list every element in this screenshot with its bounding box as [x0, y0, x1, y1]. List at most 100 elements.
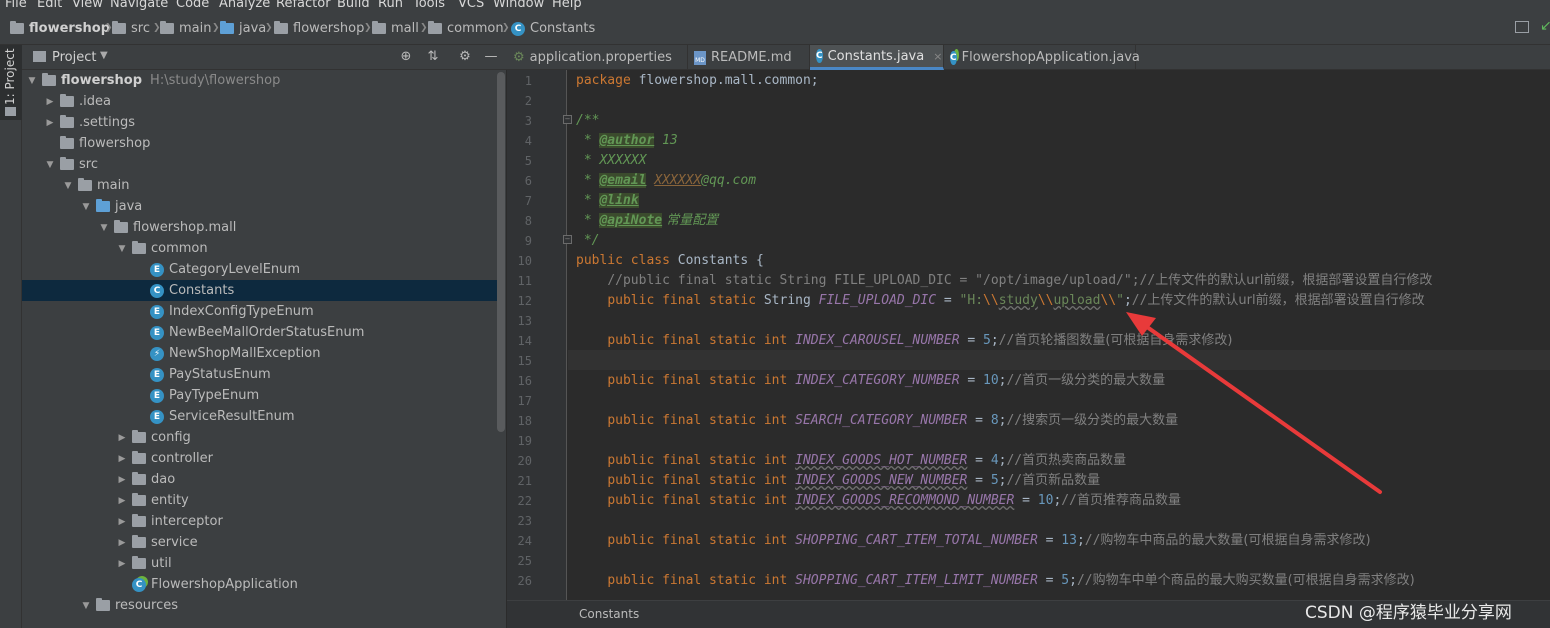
tree-item-flowershopapplication[interactable]: C FlowershopApplication [22, 574, 497, 595]
expand-arrow-icon[interactable]: ▼ [80, 601, 92, 611]
code-line[interactable]: * @email XXXXXX@qq.com [576, 171, 756, 191]
code-line[interactable]: * @author 13 [576, 131, 678, 151]
tree-item-util[interactable]: ▶ util [22, 553, 497, 574]
tree-item-newbeemallorderstatusenum[interactable]: E NewBeeMallOrderStatusEnum [22, 322, 497, 343]
minimize-icon[interactable]: — [483, 49, 499, 64]
menu-view[interactable]: View [72, 0, 103, 11]
breadcrumb-item[interactable]: common [428, 21, 504, 36]
breadcrumb-item[interactable]: C Constants [511, 21, 595, 36]
tree-item-config[interactable]: ▶ config [22, 427, 497, 448]
expand-arrow-icon[interactable]: ▼ [26, 76, 38, 86]
tree-item-constants[interactable]: C Constants [22, 280, 497, 301]
gear-icon[interactable]: ⚙ [457, 49, 473, 64]
fold-toggle-icon[interactable]: − [563, 235, 572, 244]
tab-flowershopapplication-java[interactable]: C FlowershopApplication.java [944, 45, 1140, 70]
code-line[interactable]: public final static int INDEX_GOODS_NEW_… [576, 471, 1100, 491]
collapse-arrow-icon[interactable]: ▶ [116, 496, 128, 506]
tree-item-flowershop[interactable]: flowershop [22, 133, 497, 154]
breadcrumb-item[interactable]: mall [372, 21, 419, 36]
project-panel-title[interactable]: Project [52, 50, 96, 65]
tree-item-java[interactable]: ▼ java [22, 196, 497, 217]
menu-tools[interactable]: Tools [413, 0, 445, 11]
tree-item-indexconfigtypeenum[interactable]: E IndexConfigTypeEnum [22, 301, 497, 322]
breadcrumb-item[interactable]: flowershop [10, 21, 110, 36]
tree-item-common[interactable]: ▼ common [22, 238, 497, 259]
tree-item-paytypeenum[interactable]: E PayTypeEnum [22, 385, 497, 406]
tree-item-dao[interactable]: ▶ dao [22, 469, 497, 490]
collapse-arrow-icon[interactable]: ▶ [116, 559, 128, 569]
close-icon[interactable]: × [933, 50, 942, 63]
code-line[interactable]: * @apiNote 常量配置 [576, 211, 718, 231]
menu-navigate[interactable]: Navigate [110, 0, 168, 11]
code-line[interactable]: public final static int SHOPPING_CART_IT… [576, 571, 1414, 591]
code-line[interactable]: * @link [576, 191, 639, 211]
breadcrumb-item[interactable]: main [160, 21, 211, 36]
menu-run[interactable]: Run [378, 0, 403, 11]
menu-build[interactable]: Build [337, 0, 370, 11]
fold-toggle-icon[interactable]: − [563, 115, 572, 124]
code-line[interactable]: //public final static String FILE_UPLOAD… [576, 271, 1432, 291]
tab-readme-md[interactable]: MD README.md [688, 45, 810, 70]
code-line[interactable]: public final static int INDEX_CAROUSEL_N… [576, 331, 1232, 351]
tree-item-serviceresultenum[interactable]: E ServiceResultEnum [22, 406, 497, 427]
tree-item-flowershop-mall[interactable]: ▼ flowershop.mall [22, 217, 497, 238]
tree-item--idea[interactable]: ▶ .idea [22, 91, 497, 112]
code-line[interactable]: public final static String FILE_UPLOAD_D… [576, 291, 1424, 311]
tree-item-paystatusenum[interactable]: E PayStatusEnum [22, 364, 497, 385]
menu-window[interactable]: Window [493, 0, 544, 11]
tab-constants-java[interactable]: C Constants.java × [810, 45, 944, 70]
tree-item-entity[interactable]: ▶ entity [22, 490, 497, 511]
collapse-arrow-icon[interactable]: ▶ [116, 454, 128, 464]
code-editor[interactable]: 1 2 3 4 5 6 7 8 9 10 11 12 13 14 15 16 17 18 19 20 21 22 23 24 2… [507, 70, 1550, 600]
breadcrumb-item[interactable]: java [220, 21, 266, 36]
code-line[interactable]: public final static int INDEX_CATEGORY_N… [576, 371, 1165, 391]
menu-file[interactable]: File [5, 0, 27, 11]
expand-arrow-icon[interactable]: ▼ [62, 181, 74, 191]
chevron-down-icon[interactable]: ▼ [100, 50, 108, 61]
tree-item-main[interactable]: ▼ main [22, 175, 497, 196]
tree-item-interceptor[interactable]: ▶ interceptor [22, 511, 497, 532]
tree-scrollbar[interactable] [497, 72, 505, 432]
code-line[interactable]: * XXXXXX [576, 151, 647, 171]
tree-item-categorylevelenum[interactable]: E CategoryLevelEnum [22, 259, 497, 280]
expand-arrow-icon[interactable]: ▼ [98, 223, 110, 233]
expand-arrow-icon[interactable]: ▼ [44, 160, 56, 170]
collapse-arrow-icon[interactable]: ▶ [44, 118, 56, 128]
menu-refactor[interactable]: Refactor [276, 0, 331, 11]
collapse-arrow-icon[interactable]: ▶ [116, 433, 128, 443]
menu-vcs[interactable]: VCS [458, 0, 484, 11]
tree-item--settings[interactable]: ▶ .settings [22, 112, 497, 133]
collapse-all-icon[interactable]: ⇅ [425, 49, 441, 64]
editor-breadcrumb-item[interactable]: Constants [579, 607, 639, 621]
breadcrumb-item[interactable]: flowershop [274, 21, 364, 36]
code-line[interactable]: public final static int INDEX_GOODS_RECO… [576, 491, 1181, 511]
expand-arrow-icon[interactable]: ▼ [80, 202, 92, 212]
collapse-arrow-icon[interactable]: ▶ [116, 475, 128, 485]
tree-item-src[interactable]: ▼ src [22, 154, 497, 175]
code-line[interactable]: public class Constants { [576, 251, 764, 271]
menu-help[interactable]: Help [552, 0, 582, 11]
locate-icon[interactable]: ⊕ [398, 49, 414, 64]
collapse-arrow-icon[interactable]: ▶ [116, 538, 128, 548]
tree-item-service[interactable]: ▶ service [22, 532, 497, 553]
run-indicator-icon[interactable]: ↙ [1540, 18, 1550, 34]
breadcrumb-item[interactable]: src [112, 21, 150, 36]
code-line[interactable]: /** [576, 111, 599, 131]
code-line[interactable]: public final static int SHOPPING_CART_IT… [576, 531, 1370, 551]
tree-item-newshopmallexception[interactable]: ⚡ NewShopMallException [22, 343, 497, 364]
menu-edit[interactable]: Edit [37, 0, 62, 11]
tree-item-controller[interactable]: ▶ controller [22, 448, 497, 469]
menu-analyze[interactable]: Analyze [219, 0, 270, 11]
tree-item-resources[interactable]: ▼ resources [22, 595, 497, 616]
layout-toggle-icon[interactable] [1515, 21, 1529, 33]
tab-application-properties[interactable]: ⚙ application.properties [507, 45, 688, 70]
code-line[interactable]: */ [576, 231, 600, 251]
code-line[interactable]: public final static int SEARCH_CATEGORY_… [576, 411, 1178, 431]
menu-code[interactable]: Code [176, 0, 209, 11]
expand-arrow-icon[interactable]: ▼ [116, 244, 128, 254]
tree-item-flowershop[interactable]: ▼ flowershop H:\study\flowershop [22, 70, 497, 91]
collapse-arrow-icon[interactable]: ▶ [116, 517, 128, 527]
code-line[interactable]: package flowershop.mall.common; [576, 71, 819, 91]
collapse-arrow-icon[interactable]: ▶ [44, 97, 56, 107]
code-line[interactable]: public final static int INDEX_GOODS_HOT_… [576, 451, 1126, 471]
